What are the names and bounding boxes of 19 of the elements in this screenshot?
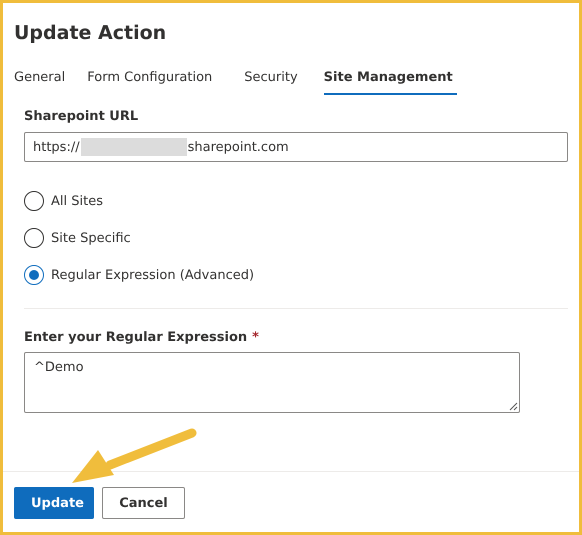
resize-grip-icon[interactable] (508, 401, 518, 411)
radio-label: All Sites (51, 194, 103, 208)
radio-label: Site Specific (51, 230, 131, 246)
cancel-button[interactable]: Cancel (102, 487, 185, 519)
radio-label: Regular Expression (Advanced) (51, 268, 254, 282)
regex-field[interactable]: ^Demo (24, 352, 520, 413)
url-field[interactable]: https:// sharepoint.com (24, 132, 568, 162)
tab[interactable]: General (14, 62, 66, 95)
tab[interactable]: Form Configuration (87, 62, 212, 95)
tab[interactable]: Security (244, 62, 298, 95)
tab[interactable]: Site Management (324, 62, 457, 95)
radio-button[interactable] (24, 191, 44, 211)
dialog-title: Update Action (13, 21, 168, 46)
required-mark: * (252, 330, 259, 345)
field-label: Enter your Regular Expression (24, 330, 248, 345)
radio-button[interactable] (24, 265, 44, 285)
update-button[interactable]: Update (14, 487, 94, 519)
field-label: Sharepoint URL (24, 109, 140, 124)
radio-button[interactable] (24, 228, 44, 248)
